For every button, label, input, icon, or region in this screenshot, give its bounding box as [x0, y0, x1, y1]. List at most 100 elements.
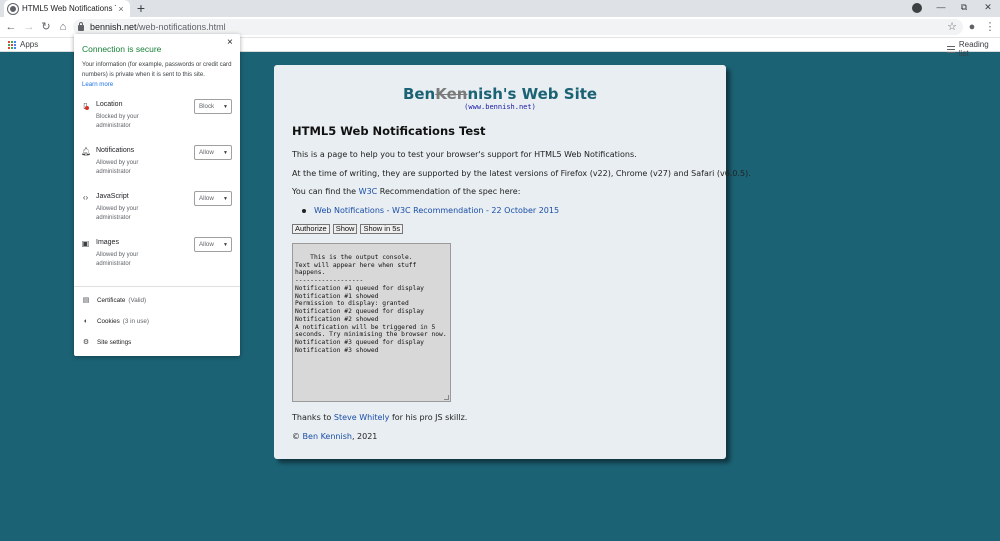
- browser-tab[interactable]: HTML5 Web Notifications Test - ×: [4, 0, 130, 17]
- site-title[interactable]: BenKennish's Web Site: [274, 85, 726, 103]
- minimize-button[interactable]: —: [935, 2, 947, 12]
- images-select[interactable]: Allow ▼: [194, 237, 232, 252]
- permission-note: Allowed by your administrator: [96, 252, 139, 268]
- reload-button[interactable]: ↻: [39, 20, 53, 34]
- forward-button[interactable]: →: [22, 20, 36, 34]
- notifications-select[interactable]: Allow ▼: [194, 145, 232, 160]
- site-title-strike: Ken: [435, 85, 468, 103]
- chevron-down-icon: ▼: [223, 104, 228, 110]
- popup-close-icon[interactable]: ×: [227, 37, 233, 48]
- support-paragraph: At the time of writing, they are support…: [292, 169, 751, 178]
- permission-note: Allowed by your administrator: [96, 206, 139, 222]
- output-console[interactable]: This is the output console. Text will ap…: [292, 243, 451, 402]
- apps-grid-icon[interactable]: [8, 41, 16, 49]
- w3c-link[interactable]: W3C: [359, 187, 378, 196]
- console-text: This is the output console. Text will ap…: [295, 253, 447, 354]
- select-value: Allow: [199, 149, 214, 156]
- home-icon[interactable]: ⌂: [56, 20, 70, 34]
- copyright-paragraph: © Ben Kennish, 2021: [292, 432, 377, 441]
- ben-kennish-link[interactable]: Ben Kennish: [303, 432, 352, 441]
- profile-circle-icon[interactable]: [912, 3, 922, 13]
- permission-name: Notifications: [96, 147, 135, 154]
- permission-note: Blocked by your administrator: [96, 114, 139, 130]
- connection-secure-title: Connection is secure: [82, 44, 162, 54]
- javascript-select[interactable]: Allow ▼: [194, 191, 232, 206]
- tab-strip: HTML5 Web Notifications Test - × + — ⧉ ✕: [0, 0, 1000, 17]
- site-title-post: nish's Web Site: [467, 85, 598, 103]
- thanks-pre: Thanks to: [292, 413, 334, 422]
- reading-list-icon: [947, 45, 955, 53]
- cookies-row[interactable]: ◐ Cookies (3 in use): [82, 318, 149, 325]
- account-icon[interactable]: ●: [965, 20, 979, 34]
- permission-images: ▣ Images Allowed by your administrator A…: [81, 237, 233, 277]
- permission-notifications: 🔔︎ Notifications Allowed by your adminis…: [81, 145, 233, 185]
- page-card: BenKennish's Web Site (www.bennish.net) …: [274, 65, 751, 459]
- cookies-label: Cookies: [97, 318, 120, 325]
- select-value: Allow: [199, 195, 214, 202]
- popup-divider: [74, 286, 240, 287]
- site-info-popup: Connection is secure × Your information …: [74, 34, 240, 356]
- lock-icon[interactable]: [78, 22, 84, 31]
- location-select[interactable]: Block ▼: [194, 99, 232, 114]
- certificate-row[interactable]: ▤ Certificate (Valid): [82, 296, 147, 305]
- w3c-recommendation-link[interactable]: Web Notifications - W3C Recommendation -…: [314, 206, 559, 215]
- code-icon: ‹›: [82, 193, 89, 202]
- new-tab-button[interactable]: +: [134, 1, 148, 15]
- bookmark-star-icon[interactable]: ☆: [945, 20, 959, 34]
- copyright-post: , 2021: [351, 432, 378, 441]
- cookies-count: (3 in use): [122, 318, 149, 325]
- chevron-down-icon: ▼: [223, 196, 228, 202]
- resize-grip-icon[interactable]: [444, 395, 449, 400]
- bell-icon: 🔔︎: [81, 147, 92, 156]
- thanks-post: for his pro JS skillz.: [389, 413, 468, 422]
- show-button[interactable]: Show: [332, 224, 358, 234]
- site-url: (www.bennish.net): [464, 103, 536, 111]
- reading-list-label: Reading list: [958, 40, 989, 58]
- address-bar[interactable]: bennish.net /web-notifications.html: [73, 19, 963, 35]
- certificate-status: (Valid): [128, 296, 147, 304]
- permission-note: Allowed by your administrator: [96, 160, 139, 176]
- cookie-icon: ◐: [83, 318, 89, 325]
- chrome-menu-icon[interactable]: ⋮: [983, 20, 997, 34]
- spec-text-pre: You can find the: [292, 187, 359, 196]
- back-button[interactable]: ←: [4, 20, 18, 34]
- spec-paragraph: You can find the W3C Recommendation of t…: [292, 187, 520, 196]
- select-value: Allow: [199, 241, 214, 248]
- address-path: /web-notifications.html: [136, 22, 226, 32]
- permission-name: Images: [96, 239, 119, 246]
- permission-name: Location: [96, 101, 123, 108]
- steve-whitely-link[interactable]: Steve Whitely: [334, 413, 390, 422]
- site-settings-row[interactable]: ⚙ Site settings: [82, 338, 132, 347]
- intro-paragraph: This is a page to help you to test your …: [292, 150, 637, 159]
- list-item: Web Notifications - W3C Recommendation -…: [302, 206, 559, 215]
- site-settings-label: Site settings: [97, 338, 132, 346]
- site-title-pre: Ben: [402, 85, 436, 103]
- maximize-button[interactable]: ⧉: [958, 2, 970, 13]
- chevron-down-icon: ▼: [223, 242, 228, 248]
- tab-close-icon[interactable]: ×: [116, 4, 126, 14]
- certificate-icon: ▤: [82, 297, 90, 304]
- certificate-label: Certificate: [97, 296, 126, 304]
- permission-location: ▯ Location Blocked by your administrator…: [81, 99, 233, 139]
- connection-description: Your information (for example, passwords…: [82, 61, 232, 78]
- tab-title: HTML5 Web Notifications Test -: [22, 4, 116, 13]
- notification-buttons: Authorize Show Show in 5s: [292, 224, 404, 234]
- window-close-button[interactable]: ✕: [982, 2, 994, 13]
- permission-javascript: ‹› JavaScript Allowed by your administra…: [81, 191, 233, 231]
- reading-list-button[interactable]: Reading list: [947, 40, 1000, 58]
- chevron-down-icon: ▼: [223, 150, 228, 156]
- learn-more-link[interactable]: Learn more: [82, 81, 113, 88]
- apps-bookmark[interactable]: Apps: [20, 40, 38, 49]
- bullet-dot: [302, 208, 306, 213]
- authorize-button[interactable]: Authorize: [292, 224, 330, 234]
- gear-icon: ⚙: [82, 339, 90, 346]
- select-value: Block: [199, 103, 215, 110]
- permission-name: JavaScript: [96, 193, 129, 200]
- copyright-pre: ©: [292, 432, 303, 441]
- page-heading: HTML5 Web Notifications Test: [292, 124, 486, 138]
- spec-text-post: Recommendation of the spec here:: [377, 187, 521, 196]
- location-icon: ▯: [81, 101, 90, 110]
- show-in-5s-button[interactable]: Show in 5s: [360, 224, 404, 234]
- image-icon: ▣: [81, 239, 90, 248]
- site-favicon-icon: [8, 3, 18, 14]
